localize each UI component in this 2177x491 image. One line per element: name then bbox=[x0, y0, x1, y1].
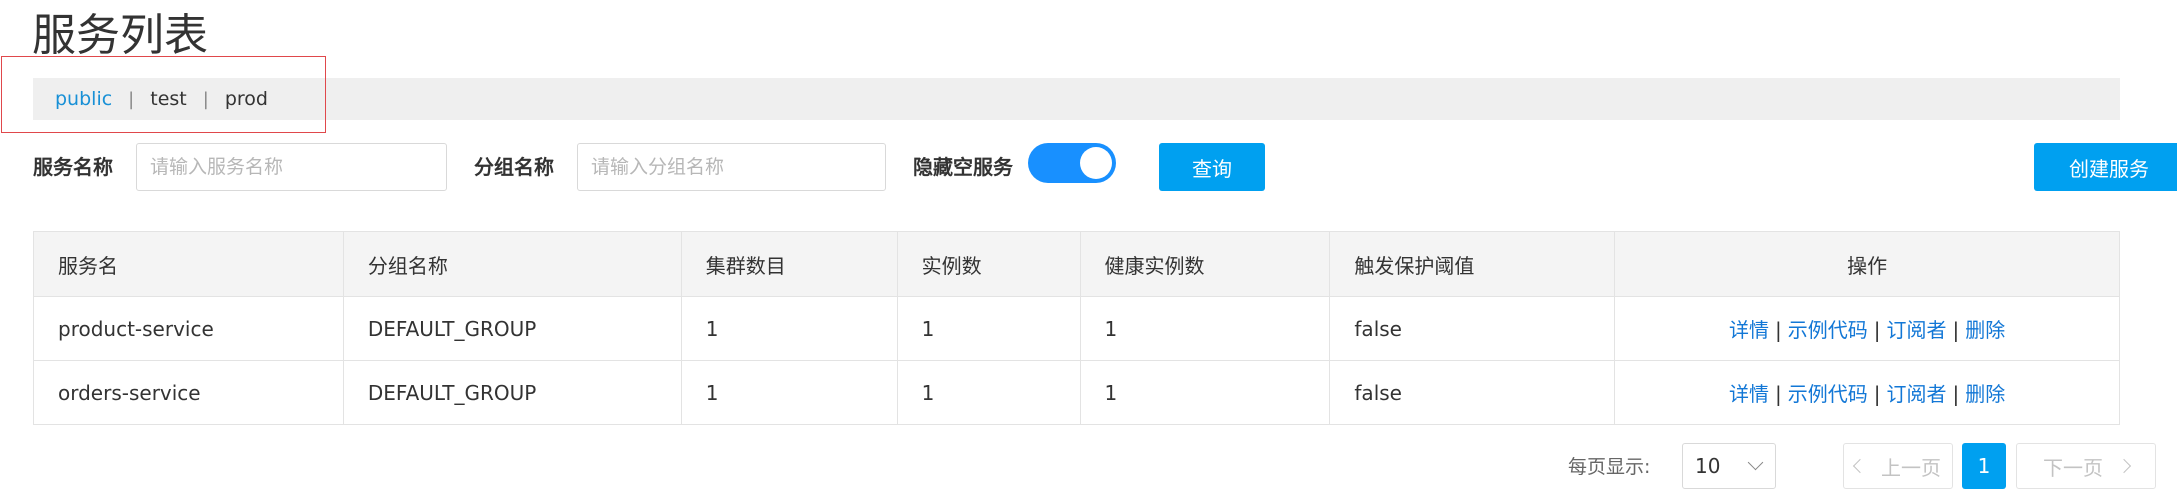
cell-service-name: orders-service bbox=[33, 360, 344, 425]
prev-page-button[interactable]: 上一页 bbox=[1843, 443, 1953, 489]
cell-cluster-count: 1 bbox=[680, 296, 898, 361]
op-separator: | bbox=[1775, 382, 1782, 406]
delete-link[interactable]: 删除 bbox=[1965, 382, 2005, 406]
per-page-label: 每页显示: bbox=[1568, 456, 1651, 478]
next-page-label: 下一页 bbox=[2043, 455, 2103, 480]
services-table: 服务名 分组名称 集群数目 实例数 健康实例数 触发保护阈值 操作 produc… bbox=[33, 231, 2120, 425]
service-name-input[interactable] bbox=[136, 143, 447, 191]
cell-operations: 详情 | 示例代码 | 订阅者 | 删除 bbox=[1614, 360, 2120, 425]
table-row: product-service DEFAULT_GROUP 1 1 1 fals… bbox=[33, 296, 2120, 361]
op-separator: | bbox=[1873, 382, 1881, 406]
cell-operations: 详情 | 示例代码 | 订阅者 | 删除 bbox=[1614, 296, 2120, 361]
header-protect-threshold: 触发保护阈值 bbox=[1329, 231, 1616, 297]
chevron-left-icon bbox=[1852, 458, 1868, 474]
hide-empty-label: 隐藏空服务 bbox=[913, 155, 1013, 179]
header-healthy-count: 健康实例数 bbox=[1079, 231, 1331, 297]
namespace-highlight-box bbox=[1, 56, 326, 133]
table-header-row: 服务名 分组名称 集群数目 实例数 健康实例数 触发保护阈值 操作 bbox=[33, 231, 2120, 297]
cell-service-name: product-service bbox=[33, 296, 344, 361]
query-button[interactable]: 查询 bbox=[1159, 143, 1265, 191]
header-instance-count: 实例数 bbox=[896, 231, 1081, 297]
service-name-label: 服务名称 bbox=[33, 155, 113, 179]
cell-instance-count: 1 bbox=[896, 360, 1081, 425]
cell-protect-threshold: false bbox=[1329, 360, 1616, 425]
cell-group-name: DEFAULT_GROUP bbox=[342, 360, 682, 425]
detail-link[interactable]: 详情 bbox=[1729, 382, 1769, 406]
cell-cluster-count: 1 bbox=[680, 360, 898, 425]
table-row: orders-service DEFAULT_GROUP 1 1 1 false… bbox=[33, 360, 2120, 425]
header-service-name: 服务名 bbox=[33, 231, 344, 297]
detail-link[interactable]: 详情 bbox=[1729, 318, 1769, 342]
cell-instance-count: 1 bbox=[896, 296, 1081, 361]
page-size-select[interactable]: 10 bbox=[1682, 443, 1776, 489]
cell-protect-threshold: false bbox=[1329, 296, 1616, 361]
sample-code-link[interactable]: 示例代码 bbox=[1788, 382, 1868, 406]
group-name-label: 分组名称 bbox=[474, 155, 554, 179]
subscribers-link[interactable]: 订阅者 bbox=[1887, 382, 1947, 406]
op-separator: | bbox=[1952, 382, 1960, 406]
next-page-button[interactable]: 下一页 bbox=[2016, 443, 2156, 489]
page-number-current[interactable]: 1 bbox=[1962, 443, 2006, 489]
op-separator: | bbox=[1952, 318, 1960, 342]
delete-link[interactable]: 删除 bbox=[1965, 318, 2005, 342]
header-cluster-count: 集群数目 bbox=[680, 231, 898, 297]
op-separator: | bbox=[1873, 318, 1881, 342]
prev-page-label: 上一页 bbox=[1881, 455, 1941, 480]
namespace-bar: public | test | prod bbox=[33, 78, 2120, 120]
sample-code-link[interactable]: 示例代码 bbox=[1788, 318, 1868, 342]
chevron-right-icon bbox=[2116, 458, 2132, 474]
cell-healthy-count: 1 bbox=[1079, 360, 1331, 425]
create-service-button[interactable]: 创建服务 bbox=[2034, 143, 2177, 191]
group-name-input[interactable] bbox=[577, 143, 886, 191]
chevron-down-icon bbox=[1747, 454, 1764, 471]
header-operations: 操作 bbox=[1614, 231, 2120, 297]
subscribers-link[interactable]: 订阅者 bbox=[1887, 318, 1947, 342]
cell-healthy-count: 1 bbox=[1079, 296, 1331, 361]
op-separator: | bbox=[1775, 318, 1782, 342]
hide-empty-toggle[interactable] bbox=[1028, 143, 1116, 183]
toggle-knob bbox=[1080, 147, 1112, 179]
page-size-value: 10 bbox=[1695, 454, 1721, 478]
header-group-name: 分组名称 bbox=[342, 231, 682, 297]
cell-group-name: DEFAULT_GROUP bbox=[342, 296, 682, 361]
